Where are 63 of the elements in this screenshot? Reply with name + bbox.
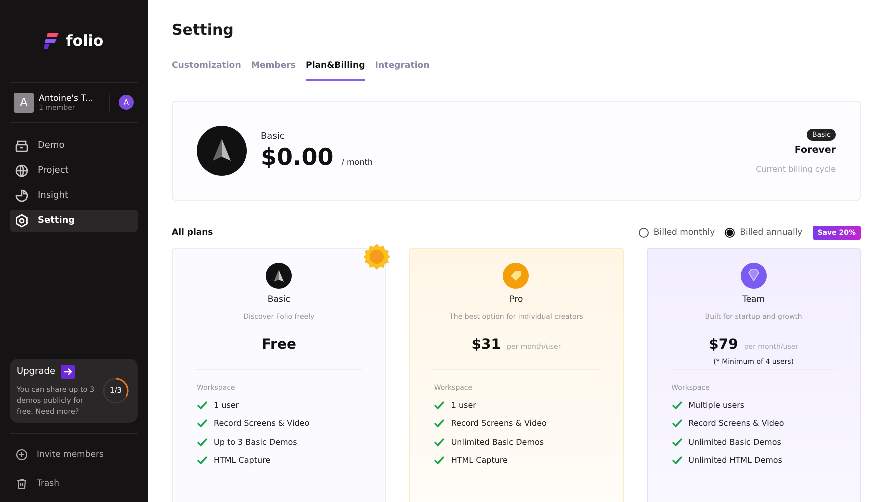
- check-icon: [672, 419, 683, 428]
- feature-text: HTML Capture: [451, 456, 508, 466]
- check-icon: [434, 456, 446, 466]
- check-icon: [197, 400, 208, 410]
- plan-name: Basic: [268, 295, 290, 305]
- footer-link[interactable]: Invite members: [10, 440, 138, 469]
- nav-item[interactable]: Setting: [10, 210, 138, 232]
- radio-button[interactable]: [638, 228, 649, 238]
- check-icon: [672, 400, 683, 410]
- inbox-icon: [15, 139, 29, 153]
- section-title: All plans: [172, 228, 214, 238]
- plan-price: Free: [262, 337, 296, 353]
- globe-icon: [15, 164, 29, 178]
- feature-text: Unlimited Basic Demos: [451, 438, 544, 447]
- feature-text: Record Screens & Video: [451, 419, 547, 428]
- diamond-logo-icon: [740, 263, 767, 289]
- feature-text: Unlimited Basic Demos: [688, 438, 782, 447]
- feature-text: Up to 3 Basic Demos: [214, 438, 298, 447]
- trash-icon: [16, 478, 28, 490]
- feature-text: 1 user: [451, 400, 476, 410]
- plus-circle-icon: [16, 448, 28, 460]
- price-period: / month: [342, 158, 373, 166]
- upgrade-title: Upgrade: [17, 366, 56, 377]
- logo-text: folio: [66, 32, 104, 50]
- pie-chart-icon: [15, 189, 29, 203]
- feature-text: Multiple users: [688, 400, 745, 410]
- check-icon: [672, 456, 683, 466]
- billing-option[interactable]: Billed monthly: [638, 228, 716, 238]
- plan-name: Team: [742, 295, 766, 305]
- radio-button[interactable]: [725, 228, 736, 238]
- settings-icon: [15, 214, 29, 228]
- plan-price: $79: [709, 337, 738, 353]
- check-icon: [197, 438, 208, 447]
- nav-item[interactable]: Insight: [10, 185, 138, 207]
- feature-text: Record Screens & Video: [688, 419, 784, 428]
- check-icon: [197, 456, 208, 466]
- feature-text: HTML Capture: [214, 456, 271, 466]
- tag-logo-icon: [503, 263, 530, 289]
- check-icon: [197, 419, 208, 428]
- check-icon: [434, 400, 446, 410]
- check-icon: [672, 438, 683, 447]
- plan-name: Basic: [261, 132, 286, 142]
- plan-price: $31: [472, 337, 501, 353]
- plan-price: $0.00: [261, 144, 334, 170]
- billing-duration: Forever: [794, 144, 836, 156]
- billing-caption: Current billing cycle: [756, 164, 836, 174]
- tab[interactable]: Plan&Billing: [306, 57, 366, 81]
- logo-icon: [44, 32, 60, 50]
- feature-text: Record Screens & Video: [214, 419, 310, 428]
- plan-name: Pro: [510, 295, 524, 305]
- feature-text: Unlimited HTML Demos: [688, 456, 782, 466]
- pyramid-logo-icon: [197, 126, 247, 176]
- workspace-name[interactable]: Antoine's T...: [39, 94, 109, 104]
- page-title: Setting: [172, 21, 235, 41]
- footer-link[interactable]: Trash: [10, 469, 138, 498]
- nav-item[interactable]: Project: [10, 160, 138, 182]
- workspace-avatar: A: [14, 92, 34, 112]
- feature-text: 1 user: [214, 400, 240, 410]
- check-icon: [434, 438, 446, 447]
- pyramid-logo-icon: [266, 263, 292, 289]
- nav-item[interactable]: Demo: [10, 135, 138, 157]
- billing-option[interactable]: Billed annually: [725, 228, 803, 238]
- check-icon: [434, 419, 446, 428]
